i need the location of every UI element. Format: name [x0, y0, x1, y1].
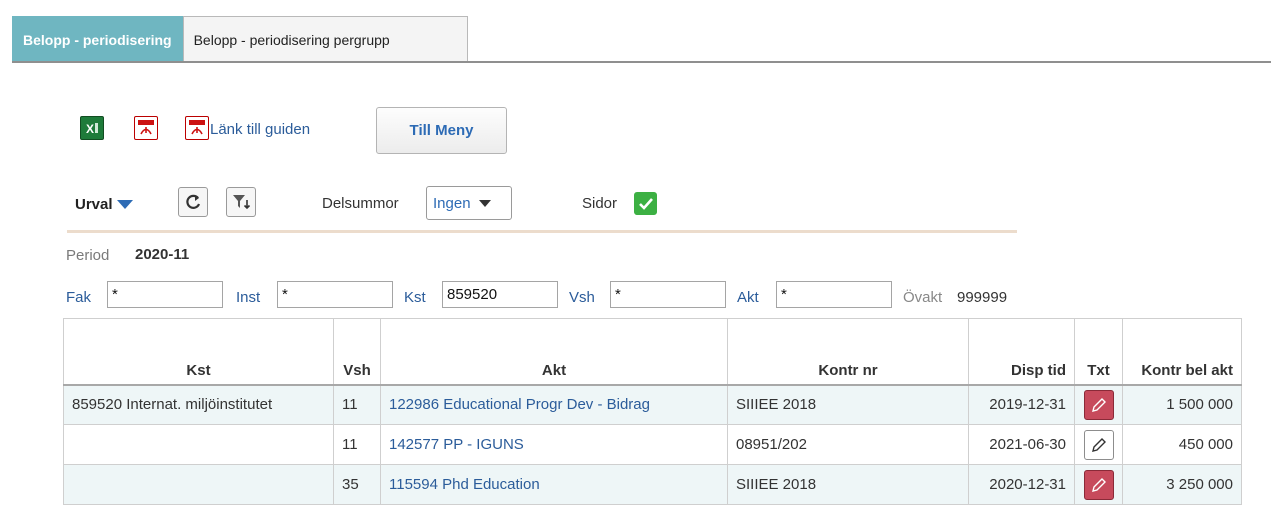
akt-label: Akt [737, 289, 759, 306]
cell-kontr-bel-akt: 1 500 000 [1122, 384, 1242, 425]
guide-link[interactable]: Länk till guiden [210, 121, 310, 138]
table-row: 35 115594 Phd Education SIIIEE 2018 2020… [63, 464, 1242, 505]
kst-label: Kst [404, 289, 426, 306]
cell-kontr-bel-akt: 3 250 000 [1122, 464, 1242, 505]
edit-pencil-icon[interactable] [1083, 429, 1114, 460]
cell-kontr-nr: SIIIEE 2018 [727, 464, 969, 505]
cell-disp-tid: 2019-12-31 [968, 384, 1075, 425]
inst-input[interactable] [277, 281, 393, 308]
col-header-akt[interactable]: Akt [380, 318, 728, 386]
pdf-guide-icon[interactable] [185, 116, 209, 140]
fak-input[interactable] [107, 281, 223, 308]
cell-akt-link[interactable]: 122986 Educational Progr Dev - Bidrag [380, 384, 728, 425]
cell-kst [63, 424, 334, 465]
table-row: 859520 Internat. miljöinstitutet 11 1229… [63, 384, 1242, 425]
table-row: 11 142577 PP - IGUNS 08951/202 2021-06-3… [63, 424, 1242, 465]
cell-kst [63, 464, 334, 505]
excel-icon[interactable]: X [80, 116, 104, 140]
cell-txt [1074, 464, 1123, 505]
col-header-kontr-bel-akt[interactable]: Kontr bel akt [1122, 318, 1242, 386]
pdf-icon[interactable] [134, 116, 158, 140]
edit-pencil-icon[interactable] [1083, 469, 1114, 500]
urval-label: Urval [75, 196, 113, 213]
cell-txt [1074, 424, 1123, 465]
tab-underline [12, 61, 1271, 63]
refresh-button[interactable] [178, 187, 208, 217]
checkmark-icon [638, 197, 653, 210]
col-header-txt[interactable]: Txt [1074, 318, 1123, 386]
chevron-down-icon [478, 199, 491, 207]
refresh-icon [186, 194, 201, 209]
cell-akt-link[interactable]: 142577 PP - IGUNS [380, 424, 728, 465]
delsummor-label: Delsummor [322, 195, 399, 212]
tab-belopp-periodisering-pergrupp[interactable]: Belopp - periodisering pergrupp [182, 16, 468, 62]
table-header-row: Kst Vsh Akt Kontr nr Disp tid Txt Kontr … [63, 318, 1242, 386]
filter-icon [233, 195, 251, 210]
col-header-vsh[interactable]: Vsh [333, 318, 381, 386]
divider [67, 230, 1017, 233]
vsh-input[interactable] [610, 281, 726, 308]
col-header-kst[interactable]: Kst [63, 318, 334, 386]
till-meny-button[interactable]: Till Meny [376, 107, 507, 154]
akt-input[interactable] [776, 281, 892, 308]
fak-label: Fak [66, 289, 92, 306]
cell-disp-tid: 2020-12-31 [968, 464, 1075, 505]
cell-vsh: 11 [333, 424, 381, 465]
delsummor-value: Ingen [433, 194, 471, 212]
cell-kontr-nr: SIIIEE 2018 [727, 384, 969, 425]
cell-kontr-nr: 08951/202 [727, 424, 969, 465]
kst-input[interactable] [442, 281, 558, 308]
inst-label: Inst [236, 289, 261, 306]
caret-down-icon [116, 200, 133, 209]
cell-kst: 859520 Internat. miljöinstitutet [63, 384, 334, 425]
edit-pencil-icon[interactable] [1083, 389, 1114, 420]
cell-disp-tid: 2021-06-30 [968, 424, 1075, 465]
vsh-label: Vsh [569, 289, 595, 306]
cell-kontr-bel-akt: 450 000 [1122, 424, 1242, 465]
data-table: Kst Vsh Akt Kontr nr Disp tid Txt Kontr … [63, 318, 1242, 505]
svg-text:X: X [86, 122, 94, 136]
col-header-kontr-nr[interactable]: Kontr nr [727, 318, 969, 386]
urval-toggle[interactable]: Urval [75, 196, 133, 213]
tab-belopp-periodisering[interactable]: Belopp - periodisering [12, 16, 183, 62]
sidor-label: Sidor [582, 195, 618, 212]
col-header-disp-tid[interactable]: Disp tid [968, 318, 1075, 386]
filter-sort-button[interactable] [226, 187, 256, 217]
cell-akt-link[interactable]: 115594 Phd Education [380, 464, 728, 505]
ovakt-value: 999999 [957, 289, 1008, 306]
period-value: 2020-11 [135, 246, 190, 263]
ovakt-label: Övakt [903, 289, 943, 306]
tab-bar: Belopp - periodisering Belopp - periodis… [12, 16, 468, 62]
cell-vsh: 11 [333, 384, 381, 425]
sidor-checkbox[interactable] [634, 192, 657, 215]
cell-vsh: 35 [333, 464, 381, 505]
period-label: Period [66, 247, 110, 264]
cell-txt [1074, 384, 1123, 425]
delsummor-select[interactable]: Ingen [426, 186, 512, 220]
